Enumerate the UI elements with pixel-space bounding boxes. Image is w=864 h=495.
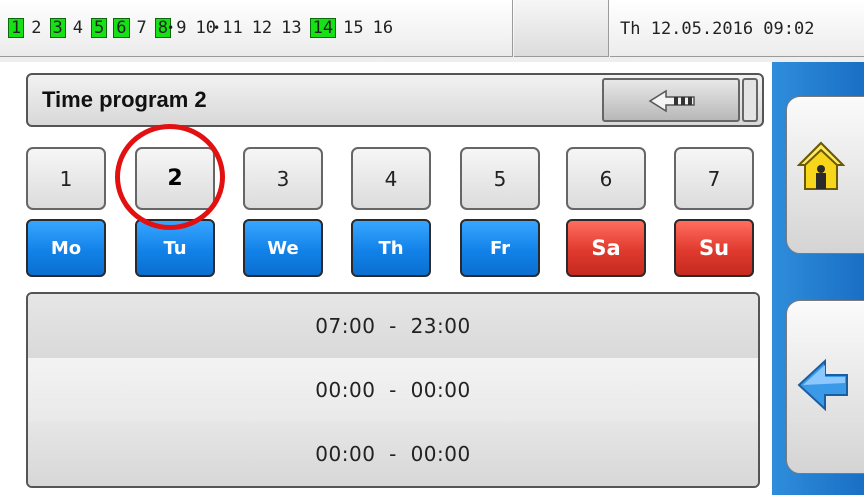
output-11: 11 bbox=[222, 18, 243, 38]
output-link-dot: • bbox=[212, 21, 221, 35]
title-back-button[interactable] bbox=[602, 78, 740, 122]
time-slot-row[interactable]: 07:00 - 23:00 bbox=[28, 294, 758, 358]
output-16: 16 bbox=[372, 18, 394, 38]
output-1: 1 bbox=[8, 18, 25, 38]
home-button[interactable] bbox=[786, 96, 864, 254]
output-13: 13 bbox=[281, 18, 302, 38]
outputs-status-box[interactable]: 1 2 3 4 5 6 7 8 • 9 10 • 11 12 13 14 15 … bbox=[0, 0, 513, 57]
back-button[interactable] bbox=[786, 300, 864, 474]
day-number-button-3[interactable]: 3 bbox=[243, 147, 323, 210]
output-15: 15 bbox=[343, 18, 364, 38]
output-5: 5 bbox=[91, 18, 108, 38]
weekday-button-mo[interactable]: Mo bbox=[26, 219, 106, 277]
output-2: 2 bbox=[31, 18, 42, 38]
time-slot-list: 07:00 - 23:00 00:00 - 00:00 00:00 - 00:0… bbox=[26, 292, 760, 488]
datetime-box[interactable]: Th 12.05.2016 09:02 bbox=[610, 0, 864, 57]
weekday-button-su[interactable]: Su bbox=[674, 219, 754, 277]
output-3: 3 bbox=[49, 18, 66, 38]
title-bar: Time program 2 bbox=[26, 73, 764, 127]
page-title: Time program 2 bbox=[42, 87, 207, 112]
weekday-button-th[interactable]: Th bbox=[351, 219, 431, 277]
weekday-button-sa[interactable]: Sa bbox=[566, 219, 646, 277]
time-slot-row[interactable]: 00:00 - 00:00 bbox=[28, 358, 758, 422]
title-scroll-handle[interactable] bbox=[742, 78, 758, 122]
output-4: 4 bbox=[72, 18, 83, 38]
outputs-list: 1 2 3 4 5 6 7 8 • 9 10 • 11 12 13 14 15 … bbox=[8, 18, 401, 38]
day-number-button-5[interactable]: 5 bbox=[460, 147, 540, 210]
weekday-button-we[interactable]: We bbox=[243, 219, 323, 277]
day-number-button-4[interactable]: 4 bbox=[351, 147, 431, 210]
output-6: 6 bbox=[113, 18, 130, 38]
day-number-button-7[interactable]: 7 bbox=[674, 147, 754, 210]
output-link-dot: • bbox=[167, 21, 175, 35]
weekday-button-fr[interactable]: Fr bbox=[460, 219, 540, 277]
status-blank-button[interactable] bbox=[514, 0, 609, 57]
datetime-display: Th 12.05.2016 09:02 bbox=[620, 19, 815, 39]
output-14: 14 bbox=[309, 18, 337, 38]
day-number-button-6[interactable]: 6 bbox=[566, 147, 646, 210]
back-arrow-icon bbox=[797, 358, 848, 412]
output-7: 7 bbox=[136, 18, 147, 38]
home-icon bbox=[797, 141, 845, 190]
day-number-button-2[interactable]: 2 bbox=[135, 147, 215, 210]
time-slot-row[interactable]: 00:00 - 00:00 bbox=[28, 422, 758, 486]
output-9: 9 bbox=[176, 18, 187, 38]
status-bar: 1 2 3 4 5 6 7 8 • 9 10 • 11 12 13 14 15 … bbox=[0, 0, 864, 62]
weekday-button-tu[interactable]: Tu bbox=[135, 219, 215, 277]
day-number-button-1[interactable]: 1 bbox=[26, 147, 106, 210]
output-12: 12 bbox=[251, 18, 273, 38]
arrow-left-icon bbox=[648, 89, 695, 113]
